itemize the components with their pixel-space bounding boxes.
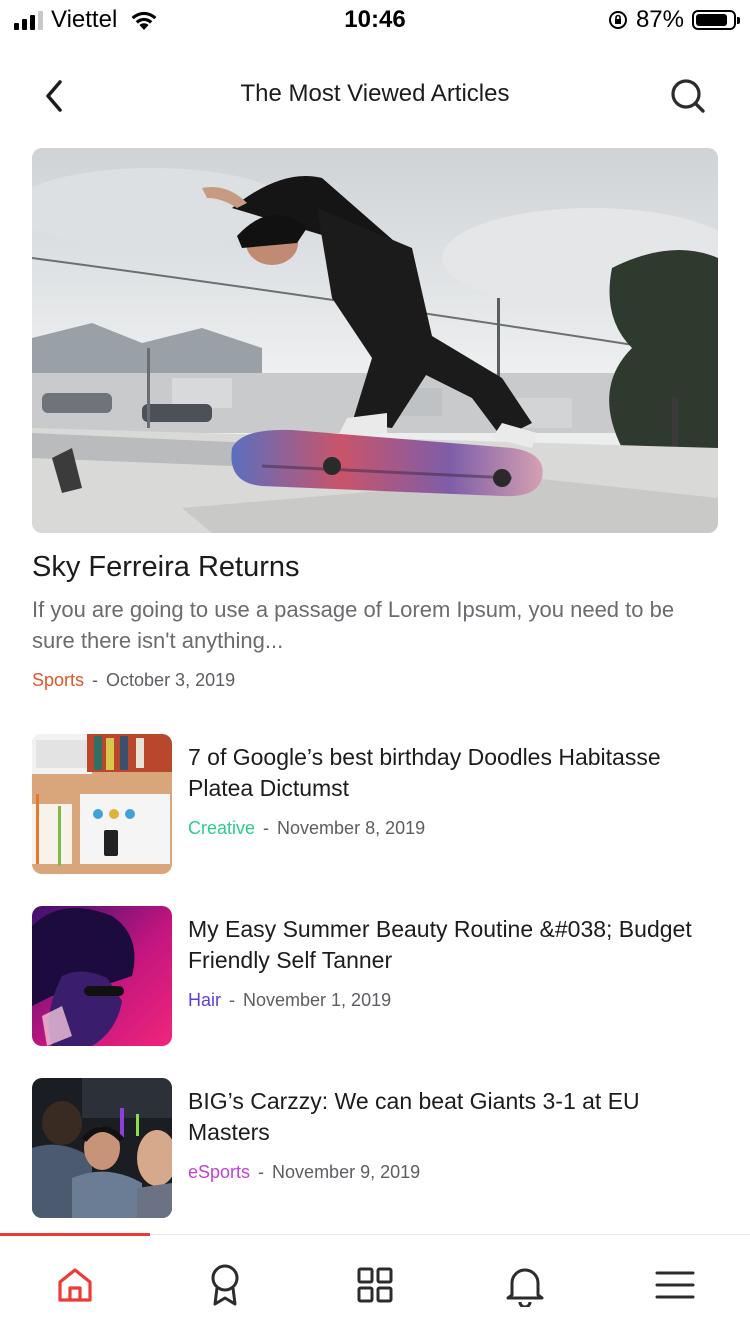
article-thumbnail[interactable] <box>32 734 172 874</box>
skateboarder-photo <box>32 148 718 533</box>
battery-icon <box>692 10 740 30</box>
article-title[interactable]: 7 of Google’s best birthday Doodles Habi… <box>188 742 718 804</box>
battery-level <box>696 14 728 26</box>
featured-article-meta: Sports - October 3, 2019 <box>32 670 718 691</box>
bell-icon <box>506 1268 544 1307</box>
article-date: November 8, 2019 <box>277 818 426 838</box>
list-item[interactable]: My Easy Summer Beauty Routine &#038; Bud… <box>32 906 718 1046</box>
category-label[interactable]: Creative <box>188 818 255 838</box>
featured-article[interactable]: Sky Ferreira Returns If you are going to… <box>32 148 718 691</box>
featured-article-title[interactable]: Sky Ferreira Returns <box>32 551 718 584</box>
article-date: November 9, 2019 <box>272 1162 421 1182</box>
article-thumbnail[interactable] <box>32 906 172 1046</box>
article-meta: Creative - November 8, 2019 <box>188 818 718 839</box>
home-icon <box>58 1268 92 1302</box>
article-title[interactable]: My Easy Summer Beauty Routine &#038; Bud… <box>188 914 718 976</box>
article-body: 7 of Google’s best birthday Doodles Habi… <box>188 742 718 839</box>
meta-separator: - <box>263 818 270 838</box>
desk-flatlay-photo <box>32 734 172 874</box>
article-body: BIG’s Carzzy: We can beat Giants 3-1 at … <box>188 1086 718 1183</box>
search-icon <box>671 79 705 113</box>
bottom-tab-bar <box>0 1233 750 1335</box>
status-bar: Viettel 10:46 87% <box>0 0 750 40</box>
article-meta: eSports - November 9, 2019 <box>188 1162 718 1183</box>
article-date: October 3, 2019 <box>106 670 236 690</box>
article-date: November 1, 2019 <box>243 990 392 1010</box>
list-item[interactable]: 7 of Google’s best birthday Doodles Habi… <box>32 734 718 874</box>
tab-notifications[interactable] <box>450 1235 600 1335</box>
battery-percent: 87% <box>635 6 684 33</box>
esports-players-photo <box>32 1078 172 1218</box>
menu-icon <box>655 1271 695 1299</box>
orientation-lock-icon <box>608 11 627 29</box>
list-item[interactable]: BIG’s Carzzy: We can beat Giants 3-1 at … <box>32 1078 718 1218</box>
search-button[interactable] <box>666 74 710 118</box>
featured-article-image[interactable] <box>32 148 718 533</box>
article-title[interactable]: BIG’s Carzzy: We can beat Giants 3-1 at … <box>188 1086 718 1148</box>
award-icon <box>211 1264 239 1306</box>
article-body: My Easy Summer Beauty Routine &#038; Bud… <box>188 914 718 1011</box>
grid-icon <box>357 1267 393 1303</box>
status-right: 87% <box>608 6 740 34</box>
tab-menu[interactable] <box>600 1235 750 1335</box>
tab-home[interactable] <box>0 1235 150 1335</box>
page-title: The Most Viewed Articles <box>240 80 510 107</box>
top-nav-bar: The Most Viewed Articles <box>0 60 750 132</box>
tab-categories[interactable] <box>300 1235 450 1335</box>
category-label[interactable]: Sports <box>32 670 84 690</box>
article-thumbnail[interactable] <box>32 1078 172 1218</box>
category-label[interactable]: eSports <box>188 1162 250 1182</box>
portrait-photo <box>32 906 172 1046</box>
meta-separator: - <box>258 1162 265 1182</box>
featured-article-excerpt: If you are going to use a passage of Lor… <box>32 597 675 653</box>
category-label[interactable]: Hair <box>188 990 221 1010</box>
article-list: 7 of Google’s best birthday Doodles Habi… <box>32 734 718 1250</box>
meta-separator: - <box>92 670 99 690</box>
meta-separator: - <box>229 990 236 1010</box>
tab-awards[interactable] <box>150 1235 300 1335</box>
article-meta: Hair - November 1, 2019 <box>188 990 718 1011</box>
